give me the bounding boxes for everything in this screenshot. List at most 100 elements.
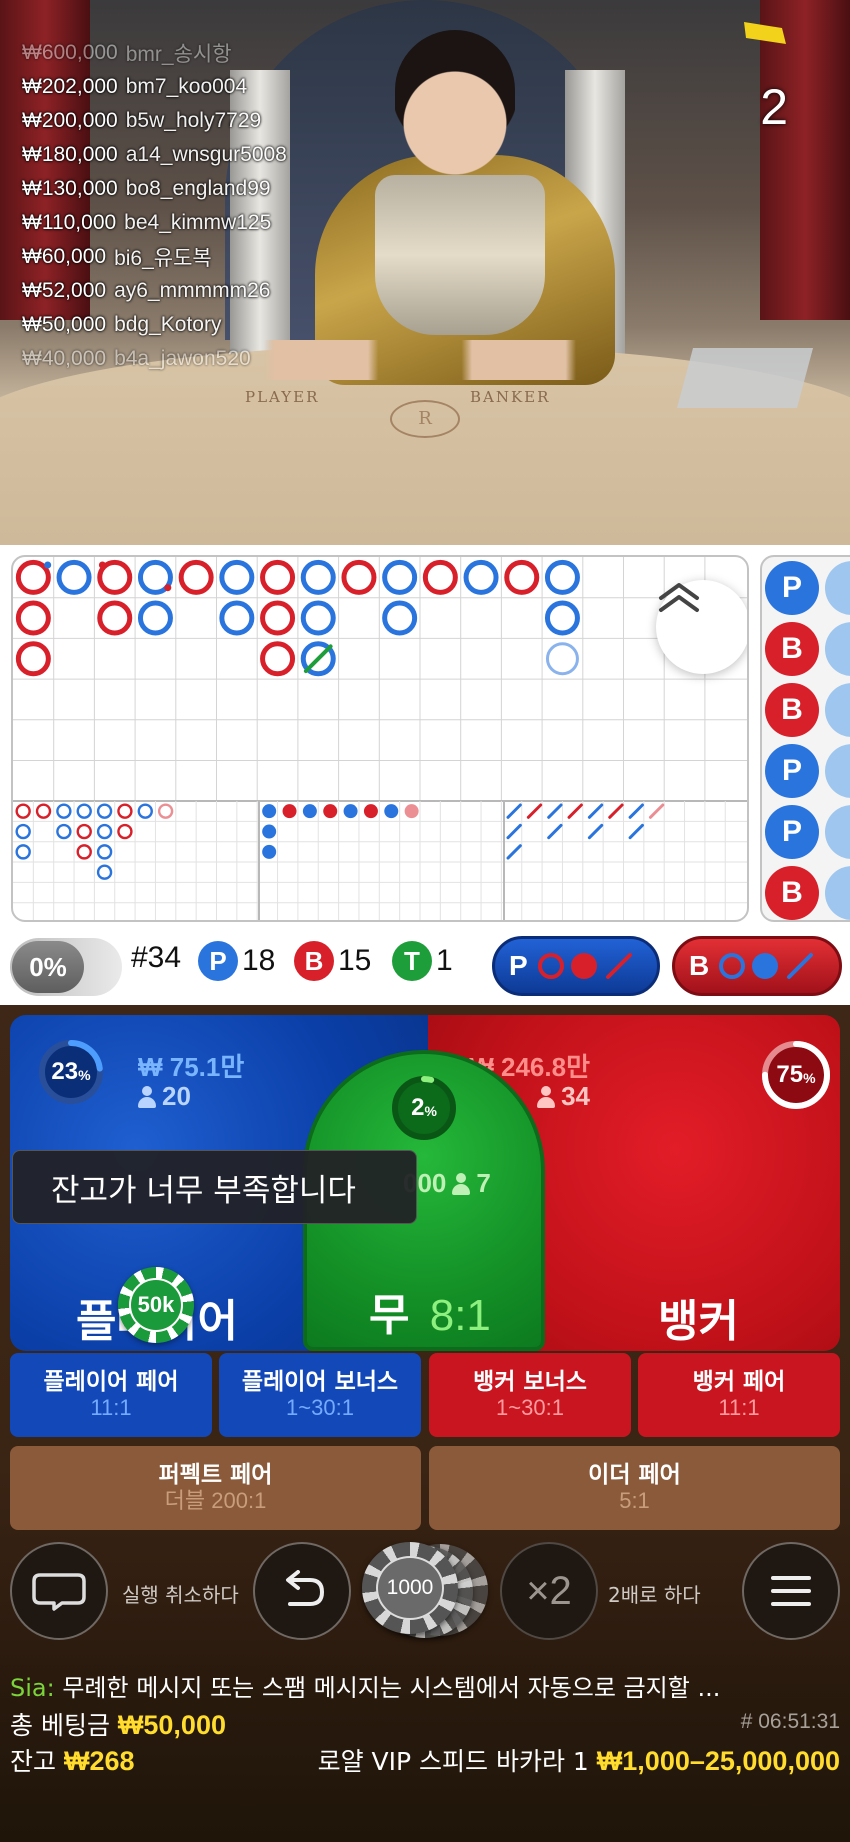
pair-dot xyxy=(98,561,106,569)
side-road-ghost xyxy=(825,866,850,920)
scoreboard-roadmap[interactable] xyxy=(11,555,749,922)
chat-button[interactable] xyxy=(10,1542,108,1640)
winner-amount: ₩600,000 xyxy=(22,41,118,64)
undo-arrow-icon xyxy=(286,1570,325,1606)
road-marker xyxy=(15,600,51,636)
person-icon xyxy=(537,1085,556,1108)
cockroach-slash xyxy=(547,803,563,819)
game-id: # 06:51:31 xyxy=(740,1710,840,1733)
player-predict-button[interactable]: P xyxy=(492,936,660,996)
cockroach-slash xyxy=(608,803,624,819)
side-road-ghost xyxy=(825,561,850,615)
person-icon xyxy=(452,1172,471,1195)
eye-marker xyxy=(15,844,31,860)
collapse-button[interactable] xyxy=(656,580,747,674)
table-info: 로얄 VIP 스피드 바카라 1 ₩1,000–25,000,000 xyxy=(318,1742,840,1778)
felt-logo: R xyxy=(390,400,460,438)
banker-dot-icon: B xyxy=(294,941,334,981)
predict-banker-letter: B xyxy=(689,950,710,981)
percent-toggle-knob: 0% xyxy=(12,941,84,993)
banker-title: 뱅커 xyxy=(658,1297,739,1346)
side-road-chip: P xyxy=(765,561,819,615)
roadmap-grid xyxy=(13,557,747,920)
winner-username: bdg_Kotory xyxy=(114,313,222,336)
balance-amount: ₩268 xyxy=(63,1746,135,1776)
winner-row: ₩130,000 bo8_england99 xyxy=(22,172,287,206)
small-road-dot xyxy=(323,804,338,819)
chat-text: 무례한 메시지 또는 스팸 메시지는 시스템에서 자동으로 금지할 ... xyxy=(54,1674,721,1702)
cockroach-slash xyxy=(506,844,522,860)
winner-username: bm7_koo004 xyxy=(125,75,248,98)
banker-wins: B 15 xyxy=(294,941,371,981)
side-bet-label: 플레이어 보너스 xyxy=(241,1369,399,1395)
winner-row: ₩200,000 b5w_holy7729 xyxy=(22,104,287,138)
tie-slash xyxy=(303,644,333,674)
cockroach-slash xyxy=(506,803,522,819)
menu-button[interactable] xyxy=(742,1542,840,1640)
hamburger-menu-icon xyxy=(771,1576,811,1606)
winner-amount: ₩202,000 xyxy=(22,75,118,98)
road-marker xyxy=(260,641,296,677)
player-dot-icon: P xyxy=(198,941,238,981)
winner-row: ₩110,000 be4_kimmw125 xyxy=(22,206,287,240)
double-label: 2배로 하다 xyxy=(608,1583,701,1607)
small-road-dot xyxy=(282,804,297,819)
chip-selector[interactable]: 1000 xyxy=(362,1542,488,1638)
banker-bettor-count: 34 xyxy=(537,1081,590,1112)
road-marker xyxy=(544,559,580,595)
side-bet-label: 뱅커 보너스 xyxy=(473,1369,587,1395)
tie-wins: T 1 xyxy=(392,941,453,981)
cockroach-slash xyxy=(587,823,604,840)
card-shoe xyxy=(676,348,814,408)
table-name: 로얄 VIP 스피드 바카라 1 xyxy=(317,1747,589,1776)
perfect-pair-bet[interactable]: 퍼펙트 페어 더블 200:1 xyxy=(10,1446,421,1530)
felt-player-label: PLAYER xyxy=(245,388,320,406)
double-chevron-up-icon xyxy=(659,583,699,612)
banker-bonus-bet[interactable]: 뱅커 보너스 1~30:1 xyxy=(429,1353,631,1437)
chat-message: Sia: 무례한 메시지 또는 스팸 메시지는 시스템에서 자동으로 금지할 .… xyxy=(10,1668,840,1703)
side-roadmap[interactable]: PBBPPB xyxy=(760,555,850,922)
winner-amount: ₩130,000 xyxy=(22,177,118,200)
tie-odds: 8:1 xyxy=(429,1291,491,1340)
dealer-head xyxy=(395,30,515,180)
player-pair-bet[interactable]: 플레이어 페어 11:1 xyxy=(10,1353,212,1437)
tie-title-text: 무 xyxy=(369,1291,410,1340)
double-button[interactable]: ×2 xyxy=(500,1542,598,1640)
road-marker xyxy=(504,559,540,595)
winner-username: ay6_mmmmm26 xyxy=(114,279,271,302)
percent-toggle[interactable]: 0% xyxy=(10,938,122,996)
side-road-ghost xyxy=(825,683,850,737)
side-bet-odds: 1~30:1 xyxy=(496,1395,564,1420)
banker-count-value: 34 xyxy=(561,1081,590,1111)
side-bet-label: 퍼펙트 페어 xyxy=(158,1462,273,1488)
side-road-ghost xyxy=(825,622,850,676)
placed-chip[interactable]: 50k xyxy=(118,1267,194,1343)
road-marker xyxy=(341,559,377,595)
player-count-value: 20 xyxy=(162,1081,191,1111)
banker-pair-bet[interactable]: 뱅커 페어 11:1 xyxy=(638,1353,840,1437)
player-bonus-bet[interactable]: 플레이어 보너스 1~30:1 xyxy=(219,1353,421,1437)
winner-row: ₩60,000 bi6_유도복 xyxy=(22,240,287,274)
side-road-ghost xyxy=(825,805,850,859)
eye-marker xyxy=(96,823,113,840)
side-road-ghost xyxy=(825,744,850,798)
either-pair-bet[interactable]: 이더 페어 5:1 xyxy=(429,1446,840,1530)
balance-label: 잔고 xyxy=(10,1747,57,1776)
banker-predict-button[interactable]: B xyxy=(672,936,842,996)
undo-button[interactable] xyxy=(253,1542,351,1640)
road-marker xyxy=(545,642,579,676)
cockroach-slash xyxy=(648,803,665,819)
total-bet-label: 총 베팅금 xyxy=(10,1711,110,1740)
winner-username: b4a_jawon520 xyxy=(114,347,251,370)
winner-amount: ₩40,000 xyxy=(22,347,107,370)
cockroach-slash xyxy=(526,803,543,819)
tie-title: 무 8:1 xyxy=(369,1279,491,1343)
side-bet-odds: 11:1 xyxy=(718,1395,760,1420)
road-marker xyxy=(300,600,336,636)
road-marker xyxy=(382,600,418,636)
road-marker xyxy=(260,600,296,636)
player-bettor-count: 20 xyxy=(138,1081,191,1112)
winner-username: b5w_holy7729 xyxy=(125,109,262,132)
predict-symbols-icon xyxy=(537,953,632,979)
side-road-chip: B xyxy=(765,622,819,676)
